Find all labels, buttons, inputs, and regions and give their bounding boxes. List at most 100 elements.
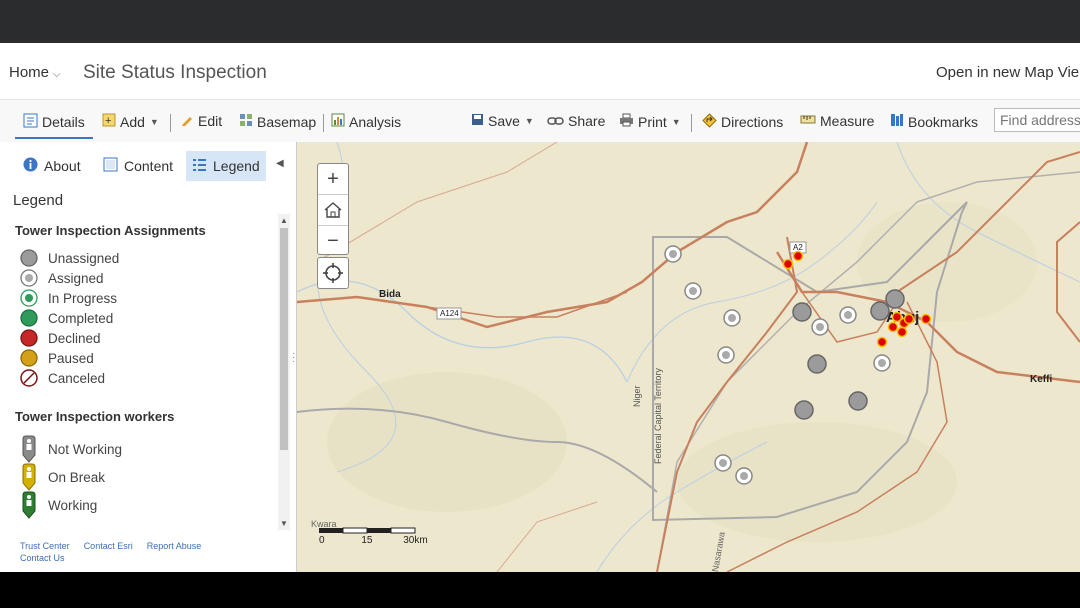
- not-working-worker-icon: [22, 435, 36, 463]
- legend-item: Assigned: [20, 268, 104, 288]
- scroll-down-icon[interactable]: ▼: [280, 519, 288, 528]
- toolbar-divider: [691, 114, 692, 132]
- content-icon: [103, 157, 118, 175]
- open-map-viewer-link[interactable]: Open in new Map Vie: [936, 64, 1079, 81]
- caret-down-icon: ▼: [671, 116, 681, 127]
- edit-button[interactable]: Edit: [181, 113, 222, 129]
- ruler-icon: [800, 113, 816, 129]
- contact-us-link[interactable]: Contact Us: [20, 553, 65, 563]
- analysis-icon: [331, 113, 345, 130]
- directions-button[interactable]: Directions: [702, 113, 783, 131]
- details-button[interactable]: Details: [15, 107, 93, 139]
- legend-scrollbar[interactable]: ▲ ▼: [278, 214, 290, 530]
- analysis-label: Analysis: [349, 113, 402, 130]
- tab-about-label: About: [44, 158, 81, 174]
- unassigned-marker: [794, 400, 814, 420]
- header: Home ⌵ Site Status Inspection Open in new…: [0, 43, 1080, 99]
- scale-label-mid: 15: [361, 535, 373, 546]
- worker-marker: [792, 250, 804, 262]
- save-icon: [471, 113, 484, 129]
- unassigned-marker: [848, 391, 868, 411]
- assigned-symbol-icon: [20, 269, 38, 287]
- contact-esri-link[interactable]: Contact Esri: [84, 541, 133, 551]
- panel-resize-grip[interactable]: · · ·: [292, 349, 295, 367]
- crosshair-icon: [323, 263, 343, 283]
- bottom-bar: [0, 572, 1080, 608]
- assigned-marker: [664, 245, 682, 263]
- assignments-layer-title: Tower Inspection Assignments: [15, 223, 206, 238]
- home-menu[interactable]: Home ⌵: [9, 64, 61, 81]
- map-view[interactable]: Bida A124 A2 Abuj Keffi Niger Federal Ca…: [297, 142, 1080, 572]
- legend-item-label: Declined: [48, 330, 101, 346]
- working-worker-icon: [22, 491, 36, 519]
- legend-item-label: On Break: [48, 469, 106, 485]
- unassigned-marker: [807, 354, 827, 374]
- worker-marker: [920, 313, 932, 325]
- trust-center-link[interactable]: Trust Center: [20, 541, 70, 551]
- worker-marker: [782, 258, 794, 270]
- report-abuse-link[interactable]: Report Abuse: [147, 541, 202, 551]
- unassigned-marker: [885, 289, 905, 309]
- scale-label-end: 30km: [403, 535, 428, 546]
- details-label: Details: [42, 114, 85, 130]
- completed-symbol-icon: [20, 309, 38, 327]
- save-button[interactable]: Save ▼: [471, 113, 534, 129]
- legend-item: Paused: [20, 348, 94, 368]
- home-extent-button[interactable]: [318, 195, 348, 226]
- legend-item: Not Working: [20, 434, 122, 464]
- assigned-marker: [811, 318, 829, 336]
- tab-content-label: Content: [124, 158, 174, 174]
- legend-item: In Progress: [20, 288, 117, 308]
- assigned-marker: [714, 454, 732, 472]
- zoom-out-button[interactable]: −: [318, 226, 348, 256]
- svg-text:+: +: [105, 115, 111, 127]
- bookmarks-button[interactable]: Bookmarks: [890, 113, 978, 130]
- caret-down-icon: ▼: [149, 116, 159, 127]
- toolbar-divider: [170, 114, 171, 132]
- share-button[interactable]: Share: [547, 113, 605, 129]
- workers-layer-title: Tower Inspection workers: [15, 409, 175, 424]
- page-title: Site Status Inspection: [83, 62, 267, 83]
- scale-label-zero: 0: [319, 535, 325, 546]
- legend-icon: [192, 157, 207, 175]
- legend-item-label: Completed: [48, 310, 114, 326]
- declined-symbol-icon: [20, 329, 38, 347]
- footer-links: Trust Center Contact Esri Report Abuse Con…: [20, 540, 280, 564]
- analysis-button[interactable]: Analysis: [331, 113, 401, 130]
- worker-marker: [896, 326, 908, 338]
- legend-item-label: Assigned: [48, 270, 104, 286]
- scroll-up-icon[interactable]: ▲: [280, 216, 288, 225]
- legend-item-label: Not Working: [48, 441, 123, 457]
- bookmark-icon: [890, 113, 904, 130]
- save-label: Save: [488, 113, 520, 129]
- scrollbar-thumb[interactable]: [280, 228, 288, 450]
- add-button[interactable]: + Add ▼: [102, 113, 159, 130]
- link-icon: [547, 114, 564, 129]
- find-address-input[interactable]: [994, 108, 1080, 132]
- assigned-marker: [735, 467, 753, 485]
- worker-marker: [903, 313, 915, 325]
- locate-button[interactable]: [317, 257, 349, 289]
- tab-content[interactable]: Content: [97, 151, 179, 181]
- toolbar-divider: [323, 114, 324, 132]
- tab-about[interactable]: About: [17, 151, 87, 181]
- legend-item: Working: [20, 490, 97, 520]
- home-label: Home: [9, 64, 50, 81]
- collapse-panel-icon[interactable]: ◀: [276, 158, 284, 169]
- unassigned-marker: [870, 301, 890, 321]
- basemap-button[interactable]: Basemap: [239, 113, 316, 130]
- measure-button[interactable]: Measure: [800, 113, 874, 129]
- legend-item: Completed: [20, 308, 113, 328]
- print-label: Print: [638, 113, 667, 130]
- tab-legend[interactable]: Legend: [186, 151, 266, 181]
- legend-heading: Legend: [13, 192, 64, 209]
- browser-top-bar: [0, 0, 1080, 43]
- worker-location-markers: [782, 250, 932, 348]
- zoom-in-button[interactable]: +: [318, 164, 348, 195]
- caret-down-icon: ▼: [524, 116, 534, 126]
- print-button[interactable]: Print ▼: [619, 113, 681, 130]
- basemap-icon: [239, 113, 253, 130]
- app-window: Home ⌵ Site Status Inspection Open in new…: [0, 43, 1080, 572]
- assigned-marker: [684, 282, 702, 300]
- assigned-marker: [717, 346, 735, 364]
